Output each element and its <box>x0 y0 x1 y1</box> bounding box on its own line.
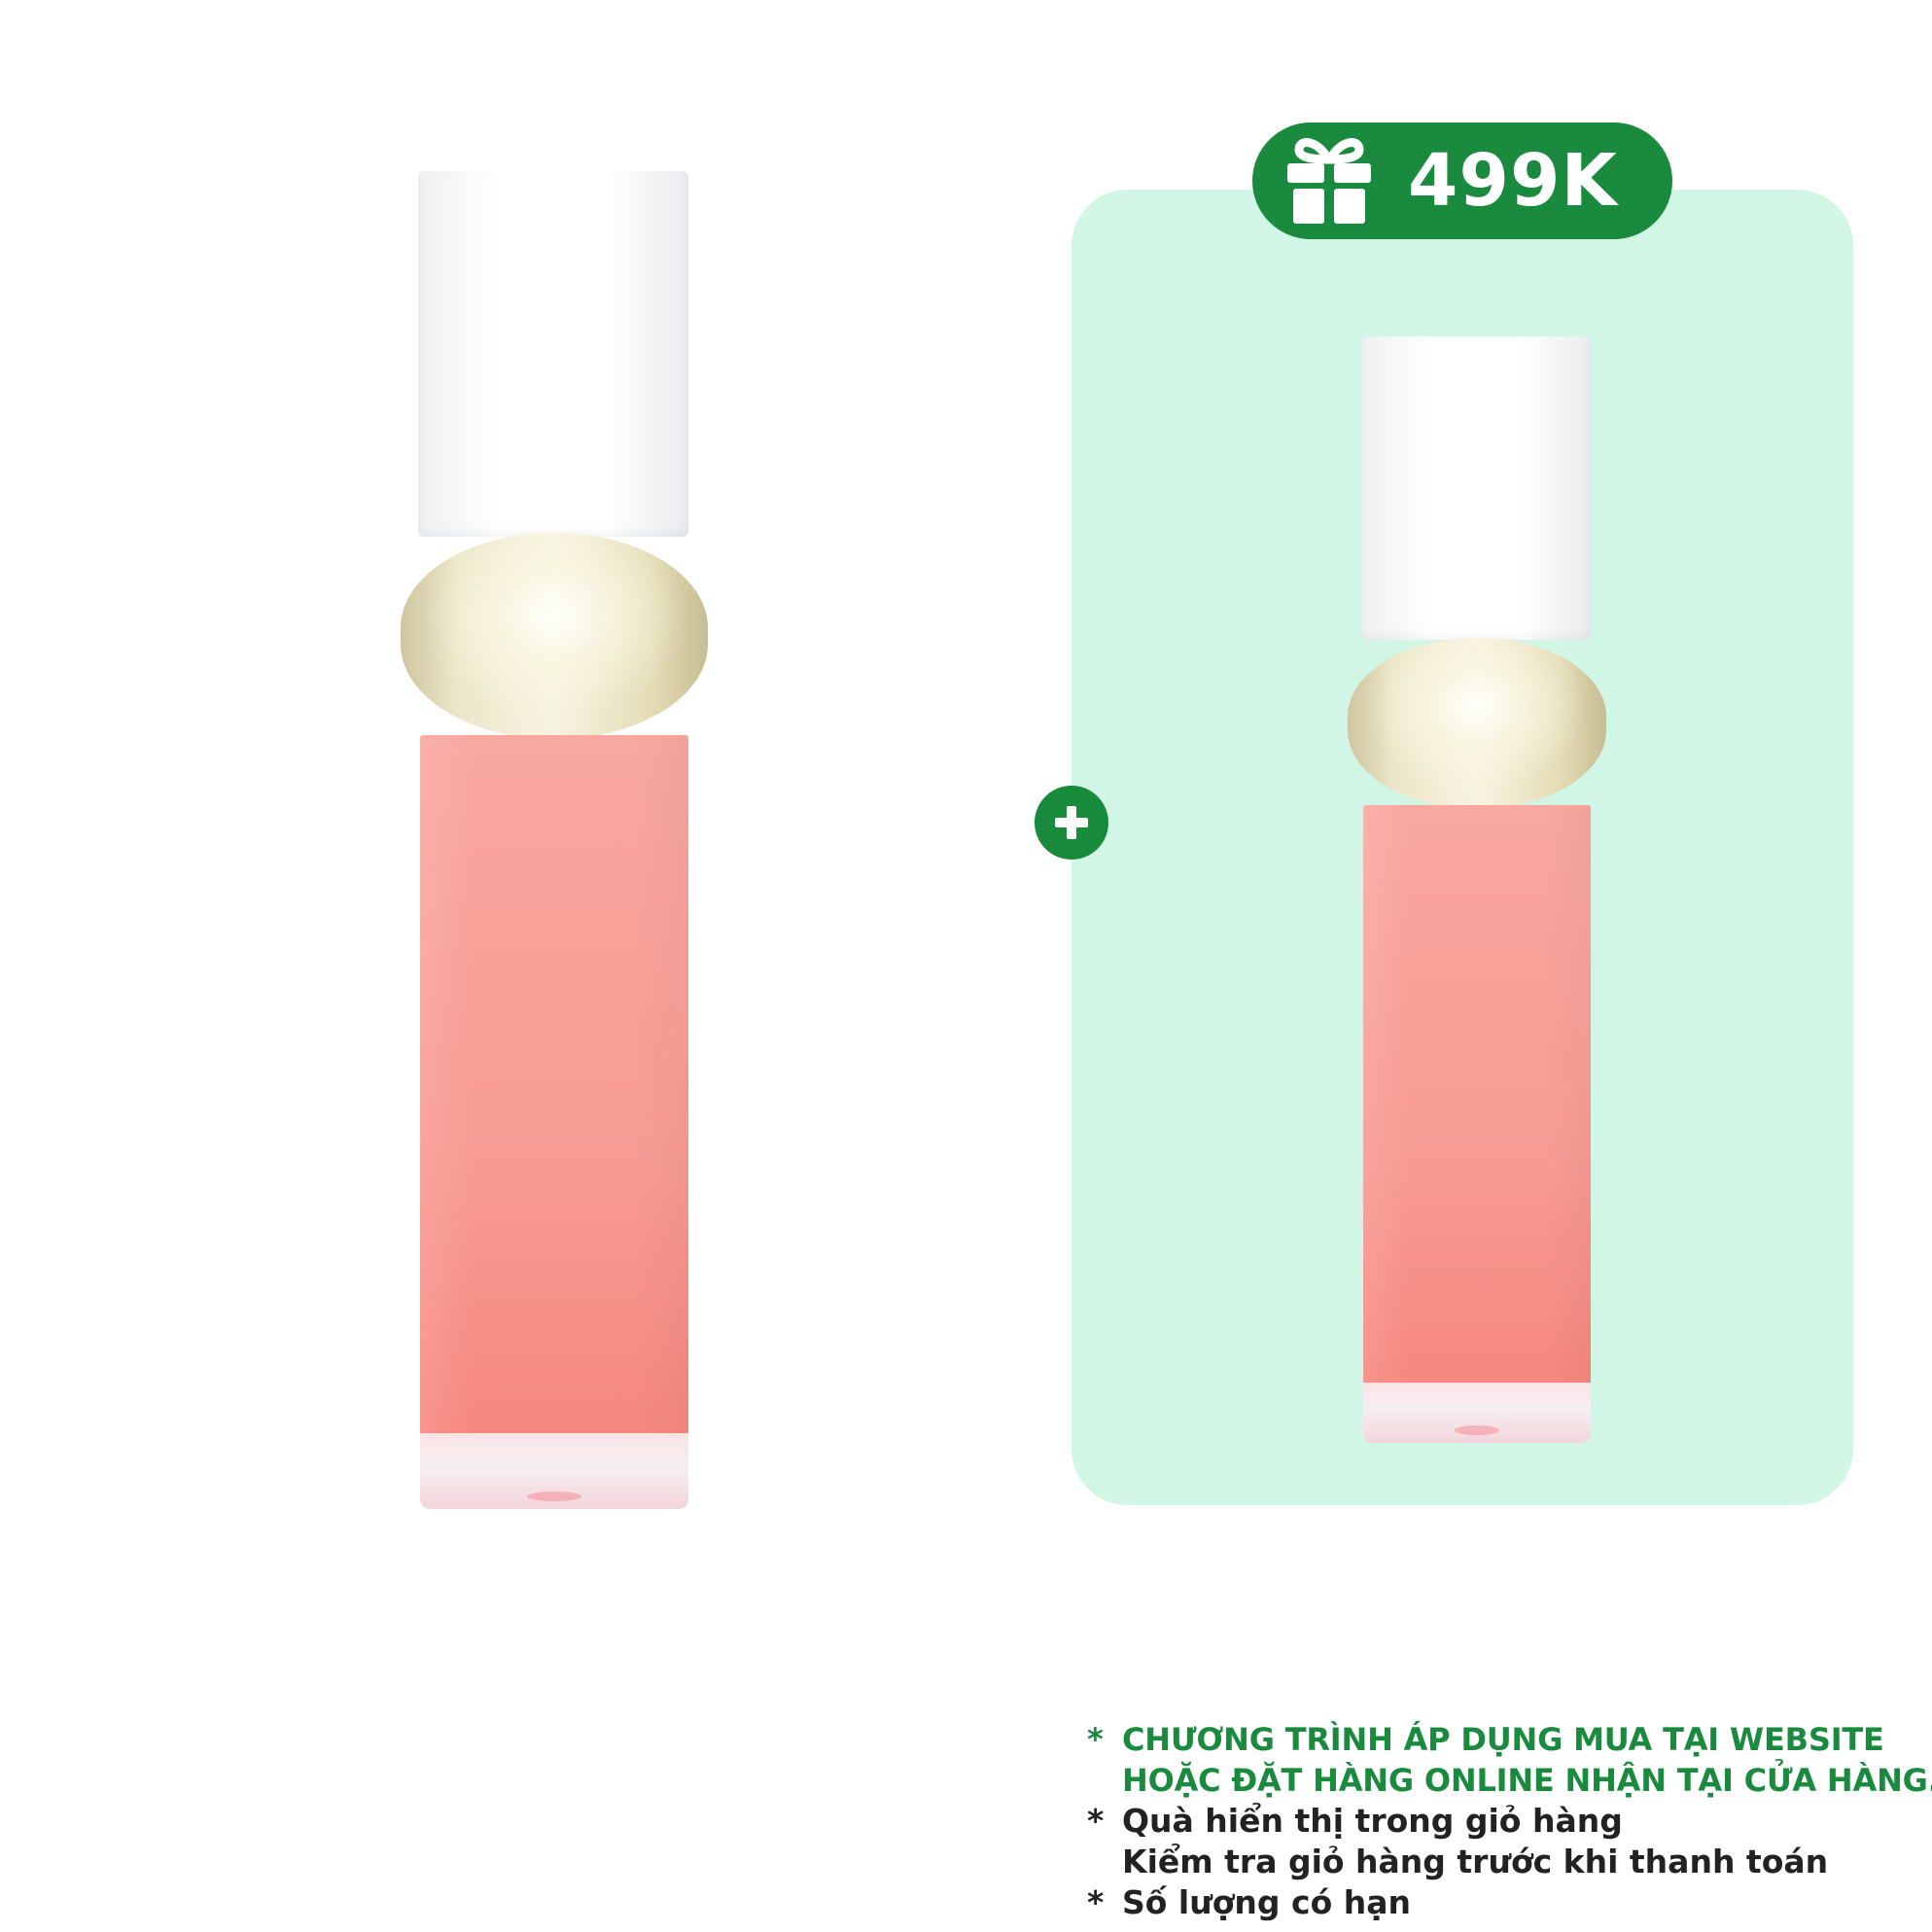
note-program: * CHƯƠNG TRÌNH ÁP DỤNG MUA TẠI WEBSITE H… <box>1087 1719 1932 1801</box>
note-gift: * Quà hiển thị trong giỏ hàng Kiểm tra g… <box>1087 1801 1923 1882</box>
plus-icon <box>1055 806 1088 839</box>
gift-product-cap <box>1361 336 1591 640</box>
note-gift-line-1: Quà hiển thị trong giỏ hàng <box>1122 1802 1623 1840</box>
note-gift-line-2: Kiểm tra giỏ hàng trước khi thanh toán <box>1122 1843 1829 1880</box>
note-limited-line-1: Số lượng có hạn <box>1122 1883 1411 1921</box>
product-body <box>420 735 688 1435</box>
note-limited: * Số lượng có hạn <box>1087 1882 1923 1923</box>
promotion-notes: * CHƯƠNG TRÌNH ÁP DỤNG MUA TẠI WEBSITE H… <box>1087 1719 1932 1923</box>
gift-price: 499K <box>1408 139 1618 223</box>
main-product-image <box>401 171 712 1513</box>
gift-product-collar <box>1348 638 1606 809</box>
gift-product-base <box>1363 1383 1591 1443</box>
bullet-star: * <box>1087 1883 1105 1921</box>
gift-product-body <box>1363 805 1591 1385</box>
gift-product-image <box>1348 336 1610 1445</box>
product-cap <box>418 171 688 537</box>
note-program-line-1: CHƯƠNG TRÌNH ÁP DỤNG MUA TẠI WEBSITE <box>1122 1721 1884 1758</box>
bullet-star: * <box>1087 1802 1105 1840</box>
bullet-star: * <box>1087 1721 1104 1758</box>
gift-icon <box>1287 138 1371 224</box>
product-base <box>420 1433 688 1509</box>
add-gift-button[interactable] <box>1035 786 1108 860</box>
note-program-line-2: HOẶC ĐẶT HÀNG ONLINE NHẬN TẠI CỬA HÀNG. <box>1122 1762 1932 1799</box>
gift-price-badge: 499K <box>1252 123 1672 239</box>
product-collar <box>401 533 708 739</box>
